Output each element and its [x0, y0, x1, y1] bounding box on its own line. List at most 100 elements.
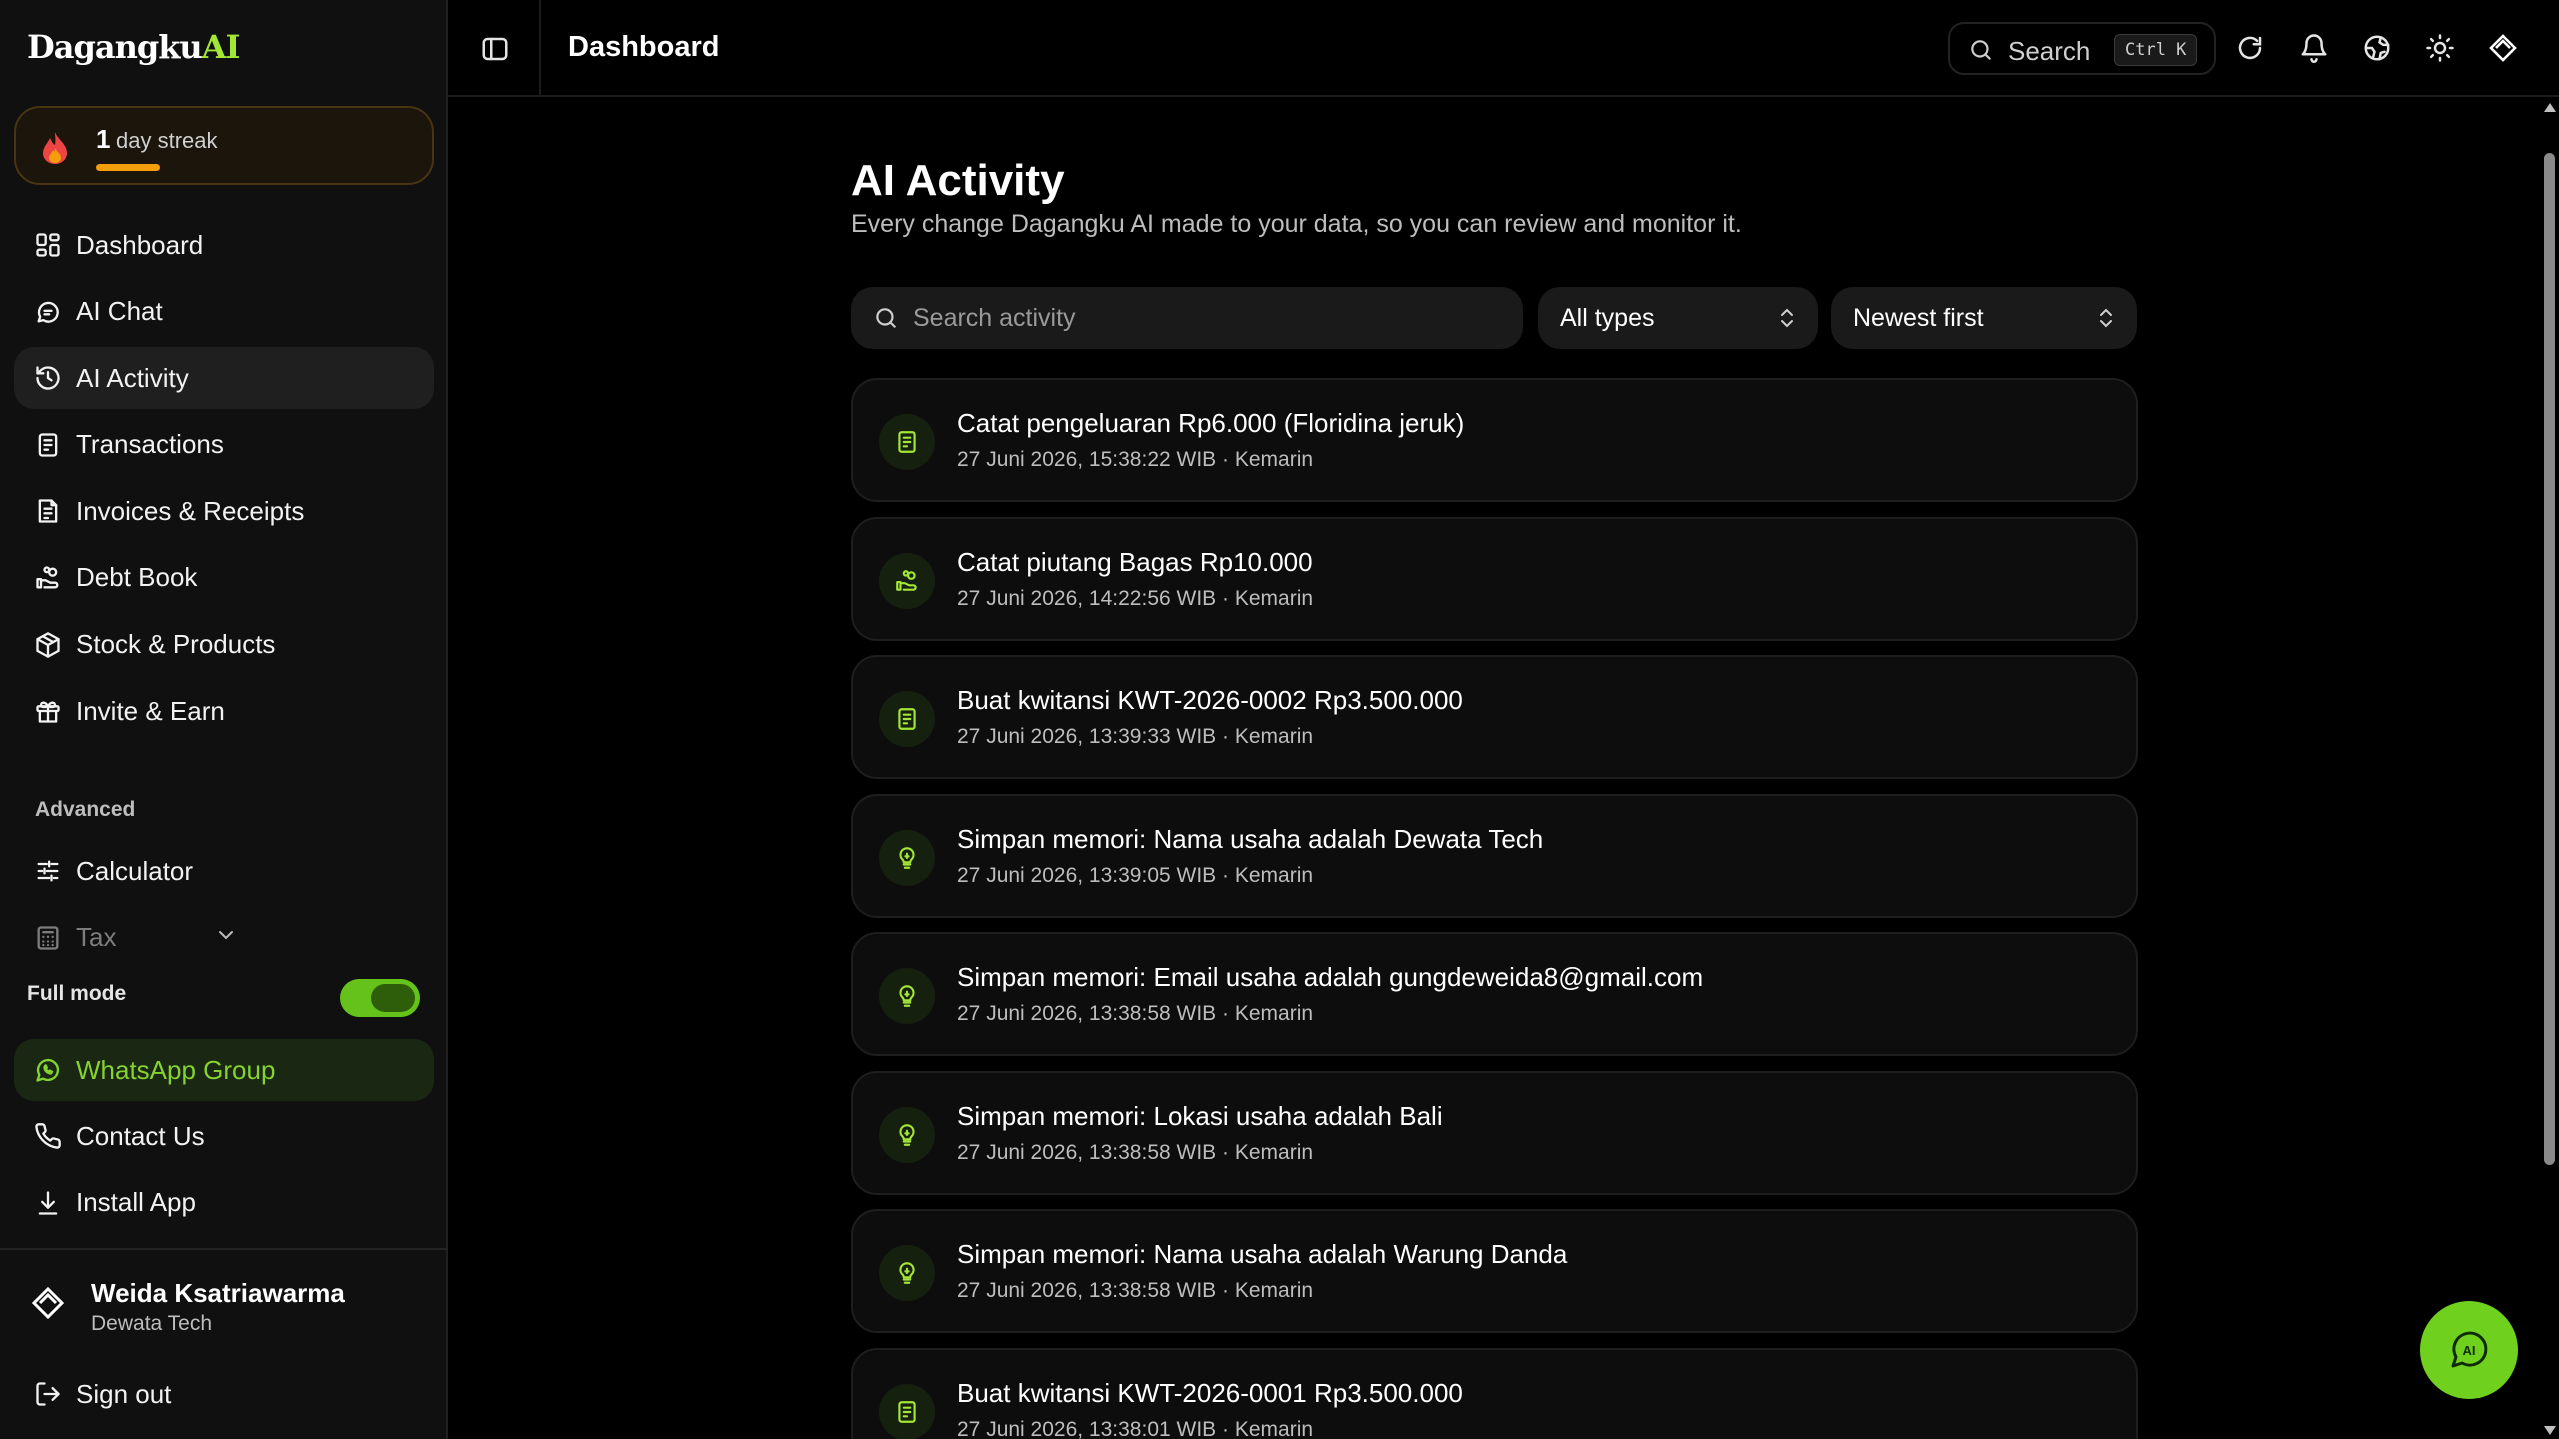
bell-icon[interactable] [2299, 33, 2329, 63]
activity-card[interactable]: Catat piutang Bagas Rp10.000 27 Juni 2026… [851, 516, 2138, 641]
calculator-icon [37, 925, 59, 950]
sidebar-item-contact[interactable]: Contact Us [14, 1105, 434, 1167]
chat-icon [37, 301, 59, 323]
support-nav: Contact Us Install App [14, 1105, 434, 1238]
activity-icon-badge [879, 552, 935, 609]
advanced-nav: Calculator Tax [14, 840, 434, 973]
activity-search-input[interactable] [913, 287, 1503, 349]
avatar[interactable] [30, 1285, 66, 1321]
gift-icon [36, 701, 60, 723]
brand-logo[interactable]: DagangkuAI [27, 28, 241, 66]
activity-card[interactable]: Buat kwitansi KWT-2026-0001 Rp3.500.000 2… [851, 1347, 2138, 1439]
activity-icon-badge [879, 1245, 935, 1301]
scroll-up-arrow[interactable] [2544, 103, 2556, 112]
section-advanced: Advanced [35, 798, 136, 821]
sidebar-item-label: Stock & Products [76, 629, 276, 660]
sidebar-toggle-icon[interactable] [480, 34, 510, 64]
sidebar-item-tax[interactable]: Tax [14, 907, 434, 969]
sidebar-item-label: Install App [76, 1187, 196, 1218]
sidebar-item-whatsapp[interactable]: WhatsApp Group [14, 1039, 434, 1101]
scrollbar-thumb[interactable] [2544, 153, 2555, 1165]
sidebar-item-label: Dashboard [76, 229, 204, 260]
scroll-down-arrow[interactable] [2544, 1426, 2556, 1435]
activity-list: Catat pengeluaran Rp6.000 (Floridina jer… [851, 378, 2138, 1439]
sidebar-item-label: WhatsApp Group [76, 1054, 276, 1085]
sun-icon[interactable] [2425, 33, 2455, 63]
page-subtitle: Every change Dagangku AI made to your da… [851, 210, 1742, 238]
ai-chat-fab[interactable]: AI [2420, 1301, 2518, 1399]
activity-card[interactable]: Catat pengeluaran Rp6.000 (Floridina jer… [851, 378, 2138, 502]
receipt-icon [898, 431, 916, 453]
sidebar-item-stock-products[interactable]: Stock & Products [14, 614, 434, 676]
activity-icon-badge [879, 968, 935, 1024]
activity-title: Simpan memori: Email usaha adalah gungde… [957, 962, 1704, 992]
globe-icon[interactable] [2362, 33, 2392, 63]
activity-title: Buat kwitansi KWT-2026-0001 Rp3.500.000 [957, 1377, 1463, 1408]
search-icon [876, 308, 896, 328]
sidebar-item-label: Transactions [76, 429, 224, 460]
sidebar-item-invite-earn[interactable]: Invite & Earn [14, 680, 434, 742]
primary-nav: Dashboard AI Chat AI Activity Transactions I… [14, 214, 434, 747]
activity-meta: 27 Juni 2026, 13:38:58 WIB · Kemarin [957, 1279, 1314, 1302]
toggle-knob [371, 984, 415, 1012]
phone-icon [35, 1123, 61, 1149]
sidebar-item-ai-chat[interactable]: AI Chat [14, 281, 434, 343]
brand-name: Dagangku [27, 28, 203, 66]
svg-text:AI: AI [2463, 1343, 2476, 1358]
activity-icon-badge [879, 829, 935, 886]
grid-icon [36, 233, 60, 257]
hand-coins-icon [896, 569, 917, 591]
sidebar-item-invoices-receipts[interactable]: Invoices & Receipts [14, 480, 434, 542]
download-icon [38, 1190, 58, 1215]
full-mode-toggle[interactable] [340, 979, 420, 1017]
logo-icon[interactable] [2488, 33, 2518, 63]
sort-select[interactable]: Newest first [1831, 287, 2137, 349]
sidebar-item-label: Invite & Earn [76, 695, 225, 726]
sidebar-item-label: Calculator [76, 855, 194, 886]
lightbulb-icon [899, 1262, 915, 1284]
chevron-up-down-icon [1781, 308, 1793, 328]
activity-card[interactable]: Buat kwitansi KWT-2026-0002 Rp3.500.000 2… [851, 655, 2138, 779]
streak-label: day streak [116, 128, 218, 153]
page-title: Dashboard [568, 31, 720, 63]
lightbulb-icon [899, 1123, 915, 1146]
sidebar-item-debt-book[interactable]: Debt Book [14, 547, 434, 609]
streak-card[interactable]: 1 day streak [14, 106, 434, 185]
refresh-icon[interactable] [2235, 33, 2265, 63]
type-filter-select[interactable]: All types [1538, 287, 1818, 349]
sidebar-item-dashboard[interactable]: Dashboard [14, 214, 434, 276]
sidebar-item-transactions[interactable]: Transactions [14, 414, 434, 476]
sidebar-item-install[interactable]: Install App [14, 1172, 434, 1234]
activity-card[interactable]: Simpan memori: Nama usaha adalah Warung … [851, 1209, 2138, 1333]
logout-icon [36, 1382, 60, 1406]
sidebar-item-label: Contact Us [76, 1120, 205, 1151]
receipt-icon [898, 708, 916, 730]
sidebar-item-label: AI Chat [76, 296, 163, 327]
activity-icon-badge [879, 414, 935, 470]
activity-meta: 27 Juni 2026, 13:38:58 WIB · Kemarin [957, 1002, 1314, 1025]
streak-progress [96, 164, 416, 171]
receipt-icon [38, 433, 58, 457]
activity-icon-badge [879, 1106, 935, 1163]
streak-progress-fill [96, 164, 160, 171]
sidebar-item-ai-activity[interactable]: AI Activity [14, 347, 434, 410]
sidebar-item-label: Invoices & Receipts [76, 495, 305, 526]
global-search-button[interactable]: Search Ctrl K [1948, 22, 2216, 75]
sidebar-item-calculator[interactable]: Calculator [14, 840, 434, 902]
activity-card[interactable]: Simpan memori: Lokasi usaha adalah Bali 2… [851, 1070, 2138, 1195]
activity-meta: 27 Juni 2026, 13:38:01 WIB · Kemarin [957, 1417, 1314, 1439]
activity-card[interactable]: Simpan memori: Nama usaha adalah Dewata … [851, 793, 2138, 918]
sidebar-item-label: AI Activity [76, 362, 189, 393]
ai-chat-icon: AI [2451, 1331, 2488, 1368]
app-root: DagangkuAI 1 day streak Dashboard AI Chat… [0, 0, 2559, 1439]
activity-meta: 27 Juni 2026, 15:38:22 WIB · Kemarin [957, 448, 1314, 471]
brand-suffix: AI [201, 28, 241, 66]
scrollbar[interactable] [2540, 97, 2559, 1439]
top-bar: Dashboard Search Ctrl K [448, 0, 2559, 97]
sidebar: DagangkuAI 1 day streak Dashboard AI Chat… [0, 0, 448, 1439]
activity-meta: 27 Juni 2026, 13:38:58 WIB · Kemarin [957, 1140, 1314, 1164]
activity-card[interactable]: Simpan memori: Email usaha adalah gungde… [851, 932, 2138, 1056]
sidebar-divider [0, 1248, 448, 1250]
sign-out-button[interactable]: Sign out [14, 1363, 434, 1425]
sort-value: Newest first [1853, 304, 1984, 332]
